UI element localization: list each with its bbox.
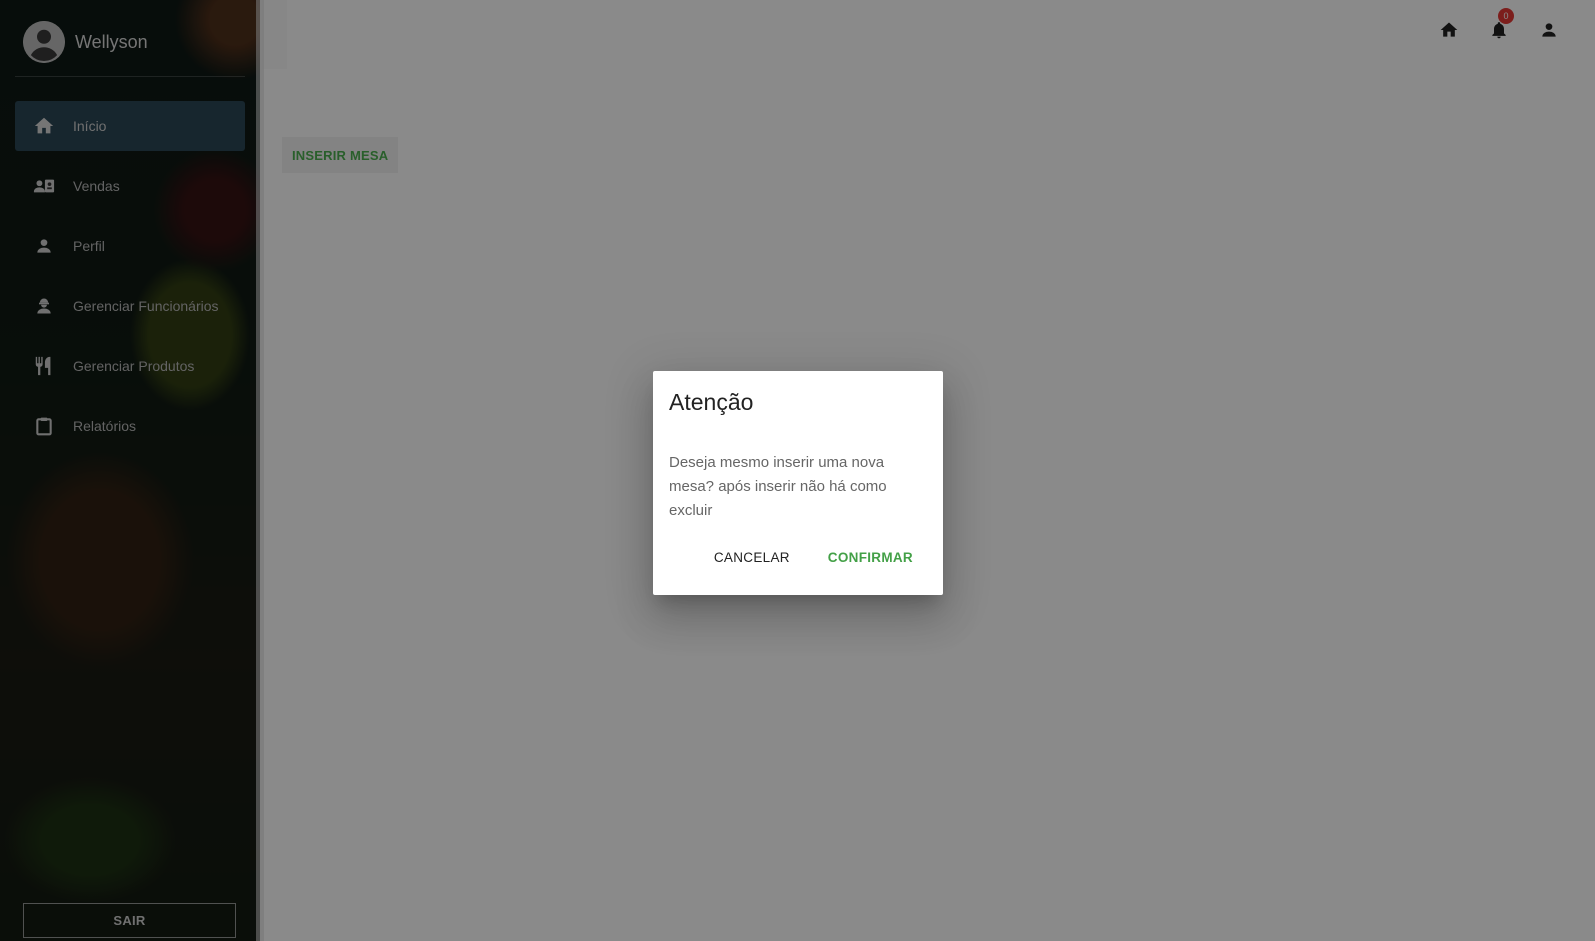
confirm-button[interactable]: CONFIRMAR <box>820 544 921 571</box>
dialog-actions: CANCELAR CONFIRMAR <box>706 544 921 571</box>
sidebar-edge <box>256 0 264 941</box>
confirm-dialog: Atenção Deseja mesmo inserir uma nova me… <box>653 371 943 595</box>
dialog-message: Deseja mesmo inserir uma nova mesa? após… <box>669 454 887 519</box>
cancel-button[interactable]: CANCELAR <box>706 544 798 571</box>
dialog-title: Atenção <box>669 389 754 415</box>
